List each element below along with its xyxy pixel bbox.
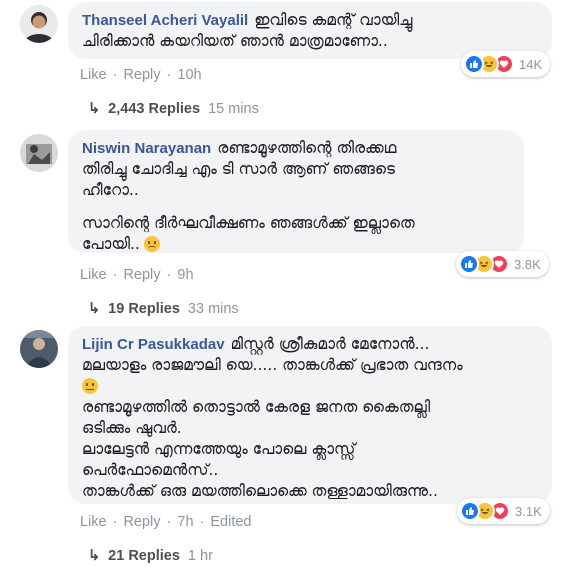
avatar[interactable] bbox=[20, 330, 58, 368]
author-name[interactable]: Lijin Cr Pasukkadav bbox=[82, 336, 225, 353]
reaction-count: 14K bbox=[519, 56, 543, 72]
sad-emoji-icon bbox=[143, 236, 160, 252]
replies-time: 33 mins bbox=[187, 301, 239, 317]
comment-text-line: മിസ്റ്റർ ശ്രീകുമാർ മേനോൻ... bbox=[230, 335, 430, 353]
reaction-summary[interactable]: 3.8K bbox=[456, 251, 549, 277]
replies-count-link[interactable]: 19 Replies bbox=[108, 301, 180, 317]
like-reaction-icon bbox=[459, 254, 479, 274]
comment-text-line: ഹീറോ.. bbox=[82, 181, 139, 199]
view-replies[interactable]: ↳ 21 Replies 1 hr bbox=[88, 548, 213, 564]
author-name[interactable]: Thanseel Acheri Vayalil bbox=[82, 12, 248, 29]
reply-link[interactable]: Reply bbox=[123, 267, 160, 283]
replies-count-link[interactable]: 2,443 Replies bbox=[108, 101, 200, 117]
comment-bubble: Niswin Narayanan രണ്ടാമൂഴത്തിന്റെ തിരക്കഥ… bbox=[68, 130, 524, 253]
like-link[interactable]: Like bbox=[80, 67, 107, 83]
like-link[interactable]: Like bbox=[80, 514, 107, 530]
reaction-count: 3.1K bbox=[515, 503, 542, 519]
comment-actions: Like · Reply · 9h bbox=[80, 267, 194, 283]
comment-actions: Like · Reply · 10h bbox=[80, 67, 202, 83]
comment-text-line: മലയാളം രാജമൗലി യെ..... താങ്കൾക്ക് പ്രഭാത… bbox=[82, 356, 463, 374]
like-reaction-icon bbox=[460, 501, 480, 521]
comment-actions: Like · Reply · 7h · Edited bbox=[80, 514, 252, 530]
reply-link[interactable]: Reply bbox=[123, 67, 160, 83]
confused-emoji-icon bbox=[82, 378, 98, 394]
comment-text-line: രണ്ടാമൂഴത്തിൽ തൊട്ടാൽ കേരള ജനത കൈതല്ലി bbox=[82, 398, 431, 416]
reply-link[interactable]: Reply bbox=[123, 514, 160, 530]
comment-text-line: പോയി.. bbox=[82, 235, 140, 253]
avatar[interactable] bbox=[20, 134, 58, 172]
replies-time: 1 hr bbox=[187, 548, 213, 564]
reply-arrow-icon: ↳ bbox=[88, 548, 101, 564]
reaction-summary[interactable]: 3.1K bbox=[457, 498, 550, 524]
avatar[interactable] bbox=[20, 5, 58, 43]
reply-arrow-icon: ↳ bbox=[88, 301, 101, 317]
replies-count-link[interactable]: 21 Replies bbox=[108, 548, 180, 564]
comment-text-line: സാറിന്റെ ദീർഘവീക്ഷണം ഞങ്ങൾക്ക് ഇല്ലാതെ bbox=[82, 214, 415, 232]
comment-bubble: Lijin Cr Pasukkadav മിസ്റ്റർ ശ്രീകുമാർ മേ… bbox=[68, 326, 552, 504]
view-replies[interactable]: ↳ 2,443 Replies 15 mins bbox=[88, 101, 259, 117]
reply-arrow-icon: ↳ bbox=[88, 101, 101, 117]
like-link[interactable]: Like bbox=[80, 267, 107, 283]
author-name[interactable]: Niswin Narayanan bbox=[82, 140, 211, 157]
reaction-summary[interactable]: 14K bbox=[461, 51, 551, 77]
comment-text-line: പെർഫോമെൻസ്.. bbox=[82, 461, 219, 479]
replies-time: 15 mins bbox=[208, 101, 259, 117]
comment-text-line: രണ്ടാമൂഴത്തിന്റെ തിരക്കഥ bbox=[217, 139, 397, 157]
comment-text-line: ചിരിക്കാൻ കയറിയത് ഞാൻ മാത്രമാണോ.. bbox=[82, 32, 388, 50]
timestamp[interactable]: 10h bbox=[177, 67, 201, 83]
comment-text-line: തിരിച്ചു ചോദിച്ച എം ടി സാർ ആണ് ഞങ്ങടെ bbox=[82, 160, 396, 178]
edited-label[interactable]: Edited bbox=[210, 514, 251, 530]
timestamp[interactable]: 7h bbox=[177, 514, 193, 530]
view-replies[interactable]: ↳ 19 Replies 33 mins bbox=[88, 301, 239, 317]
comment-text-line: ലാലേട്ടൻ എന്നത്തേയും പോലെ ക്ലാസ്സ് bbox=[82, 440, 356, 458]
comment-text-line: ഇവിടെ കമന്റ് വായിച്ചു bbox=[254, 11, 413, 29]
like-reaction-icon bbox=[464, 54, 484, 74]
comment-text-line: ഒടിക്കും ഷുവർ. bbox=[82, 419, 182, 437]
reaction-count: 3.8K bbox=[514, 256, 541, 272]
timestamp[interactable]: 9h bbox=[177, 267, 193, 283]
